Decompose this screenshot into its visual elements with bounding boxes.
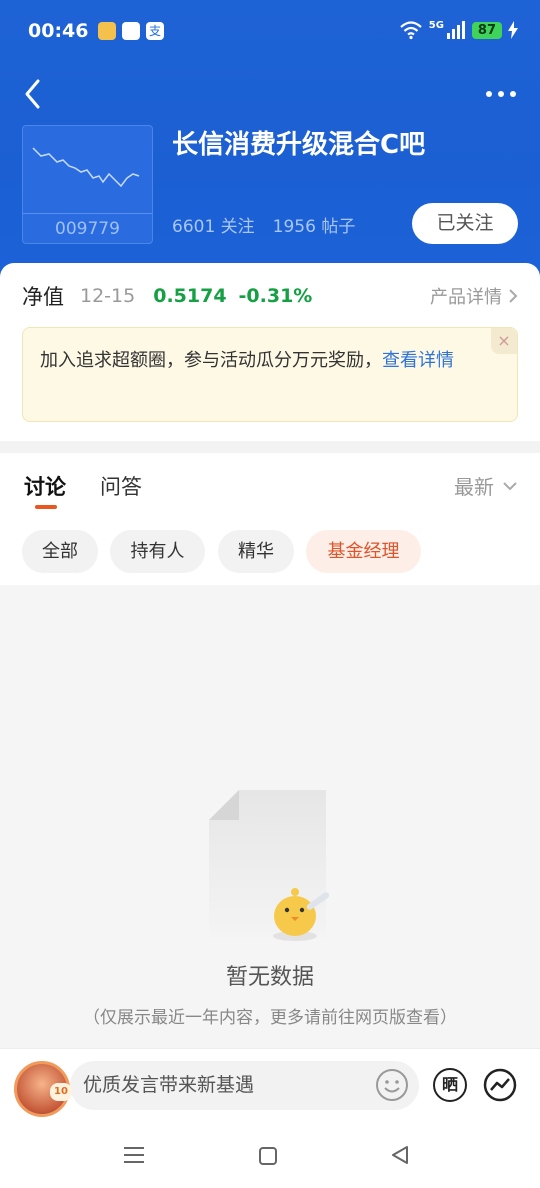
- fund-code: 009779: [23, 213, 152, 243]
- network-label: 5G: [428, 20, 444, 31]
- nav-card: 净值 12-15 0.5174 -0.31% 产品详情 加入追求超额圈，参与活动…: [0, 263, 540, 443]
- product-detail-label: 产品详情: [430, 287, 502, 308]
- empty-document-icon: [209, 790, 330, 941]
- app-notify-icon: [122, 22, 140, 40]
- more-icon[interactable]: [484, 84, 518, 104]
- chevron-right-icon: [509, 289, 518, 303]
- filter-all[interactable]: 全部: [22, 530, 98, 573]
- empty-subtitle: （仅展示最近一年内容，更多请前往网页版查看）: [83, 1008, 457, 1028]
- fund-stats: 6601 关注 1956 帖子: [172, 212, 355, 237]
- followers-count: 6601 关注: [172, 217, 255, 237]
- empty-state: 暂无数据 （仅展示最近一年内容，更多请前往网页版查看）: [0, 585, 540, 1048]
- fund-title: 长信消费升级混合C吧: [172, 130, 426, 160]
- wifi-icon: [399, 21, 422, 40]
- emoji-icon[interactable]: [375, 1068, 409, 1102]
- product-detail-link[interactable]: 产品详情: [430, 283, 518, 309]
- back-triangle-icon[interactable]: [390, 1145, 410, 1165]
- section-divider: [0, 441, 540, 453]
- battery-indicator: 87: [471, 21, 502, 39]
- comment-input[interactable]: 优质发言带来新基遇: [70, 1061, 419, 1110]
- promo-link[interactable]: 查看详情: [382, 350, 454, 371]
- nav-label: 净值: [22, 285, 64, 309]
- promo-banner[interactable]: 加入追求超额圈，参与活动瓜分万元奖励，查看详情 ×: [22, 327, 518, 422]
- alipay-icon: 支: [146, 22, 164, 40]
- share-icon[interactable]: 晒: [433, 1068, 467, 1102]
- signal-icon: [446, 21, 465, 39]
- filter-holder[interactable]: 持有人: [110, 530, 205, 573]
- chevron-down-icon: [503, 481, 517, 490]
- follow-button[interactable]: 已关注: [412, 203, 518, 244]
- avatar-badge: 10: [50, 1083, 72, 1101]
- nav-change: -0.31%: [238, 285, 313, 307]
- tab-qa[interactable]: 问答: [100, 471, 142, 501]
- status-time: 00:46: [28, 20, 89, 42]
- nav-row: 净值 12-15 0.5174 -0.31% 产品详情: [22, 281, 518, 311]
- chart-icon[interactable]: [483, 1068, 517, 1102]
- fund-thumbnail: 009779: [22, 125, 153, 244]
- tab-active-indicator: [35, 505, 57, 509]
- nav-date: 12-15: [80, 285, 136, 307]
- sort-dropdown[interactable]: 最新: [454, 471, 518, 500]
- nav-value: 0.5174: [153, 285, 227, 307]
- charging-icon: [508, 21, 518, 39]
- back-arrow-icon[interactable]: [20, 76, 50, 112]
- header: 00:46 支 5G 87 009779 长信消费升级混合C吧 6601 关注 …: [0, 0, 540, 290]
- filter-best[interactable]: 精华: [218, 530, 294, 573]
- bottom-comment-bar: 优质发言带来新基遇 10 晒: [0, 1048, 540, 1120]
- home-icon[interactable]: [258, 1146, 278, 1166]
- mini-trend-chart: [32, 147, 140, 188]
- status-right: 5G 87: [399, 20, 518, 40]
- sort-label: 最新: [454, 475, 494, 499]
- empty-title: 暂无数据: [225, 965, 314, 990]
- discussion-tabs: 讨论 问答 最新 全部 持有人 精华 基金经理: [0, 453, 540, 585]
- weather-icon: [98, 22, 116, 40]
- status-bar: 00:46 支 5G 87: [0, 0, 540, 64]
- promo-text: 加入追求超额圈，参与活动瓜分万元奖励，: [40, 350, 382, 371]
- comment-placeholder: 优质发言带来新基遇: [83, 1074, 255, 1096]
- posts-count: 1956 帖子: [272, 217, 356, 237]
- menu-icon[interactable]: [124, 1146, 144, 1164]
- tab-discussion[interactable]: 讨论: [24, 471, 66, 501]
- system-navigation-bar: [0, 1120, 540, 1188]
- close-icon[interactable]: ×: [491, 328, 517, 354]
- filter-fund-manager[interactable]: 基金经理: [306, 530, 421, 573]
